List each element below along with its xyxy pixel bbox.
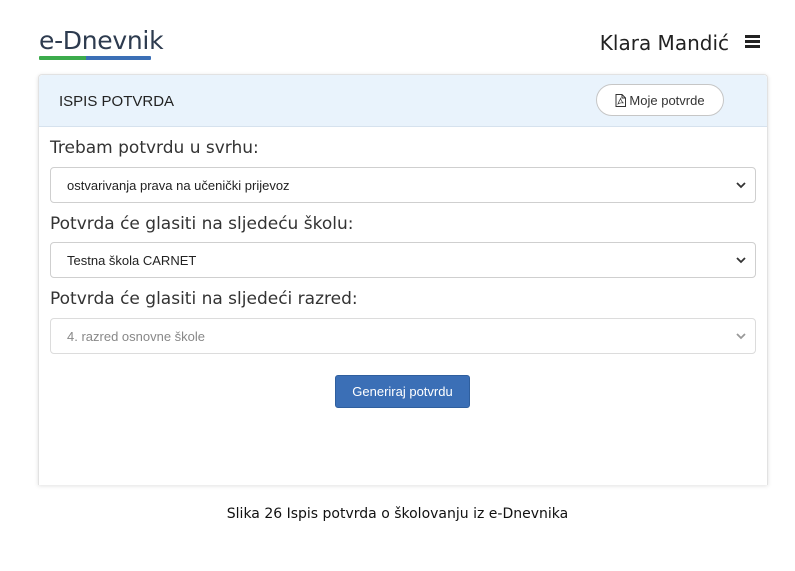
figure-caption: Slika 26 Ispis potvrda o školovanju iz e… xyxy=(226,506,569,522)
app-logo[interactable]: e-Dnevnik xyxy=(39,26,164,55)
purpose-select-value: ostvarivanja prava na učenički prijevoz xyxy=(67,178,290,193)
pdf-file-icon xyxy=(615,93,627,107)
school-select-value: Testna škola CARNET xyxy=(67,253,197,268)
app-header: e-Dnevnik Klara Mandić xyxy=(0,0,795,70)
my-certificates-button[interactable]: Moje potvrde xyxy=(596,84,724,116)
class-label: Potvrda će glasiti na sljedeći razred: xyxy=(50,289,358,309)
certificate-card: ISPIS POTVRDA Moje potvrde Trebam potvrd… xyxy=(38,74,768,485)
logo-underline xyxy=(39,56,151,60)
chevron-down-icon xyxy=(736,257,746,264)
chevron-down-icon xyxy=(736,182,746,189)
chevron-down-icon xyxy=(736,333,746,340)
user-name[interactable]: Klara Mandić xyxy=(600,31,729,55)
generate-certificate-button[interactable]: Generiraj potvrdu xyxy=(335,375,470,408)
class-select-value: 4. razred osnovne škole xyxy=(67,329,206,344)
hamburger-menu-icon[interactable] xyxy=(745,35,760,48)
card-header: ISPIS POTVRDA Moje potvrde xyxy=(39,75,767,127)
class-select[interactable]: 4. razred osnovne škole xyxy=(50,318,756,354)
purpose-label: Trebam potvrdu u svrhu: xyxy=(50,138,259,158)
school-label: Potvrda će glasiti na sljedeću školu: xyxy=(50,214,354,234)
school-select[interactable]: Testna škola CARNET xyxy=(50,242,756,278)
card-title: ISPIS POTVRDA xyxy=(59,93,175,110)
purpose-select[interactable]: ostvarivanja prava na učenički prijevoz xyxy=(50,167,756,203)
my-certificates-label: Moje potvrde xyxy=(629,92,705,108)
